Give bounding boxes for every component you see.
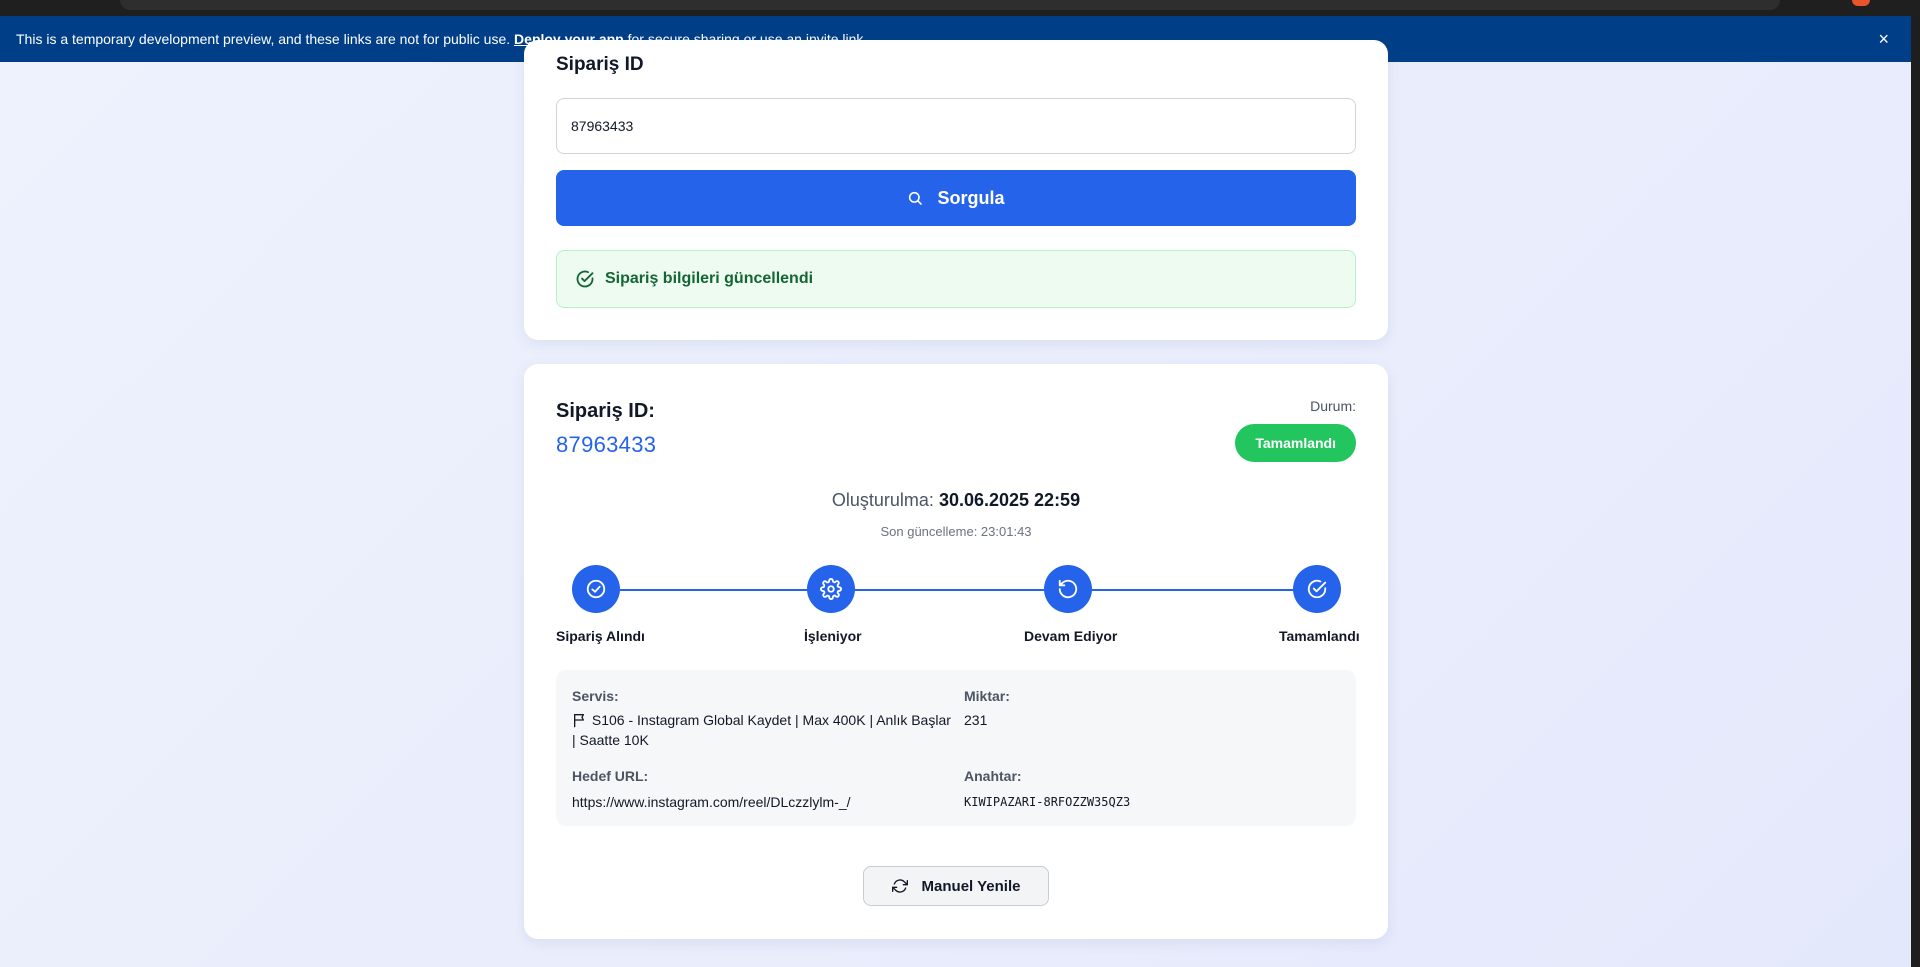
created-label: Oluşturulma: xyxy=(831,490,934,510)
created-value: 30.06.2025 22:59 xyxy=(938,490,1081,510)
gear-icon xyxy=(820,578,842,600)
quantity-label: Miktar: xyxy=(964,688,1010,704)
banner-text-before: This is a temporary development preview,… xyxy=(16,31,511,47)
search-icon xyxy=(909,191,923,205)
service-line-1: S106 - Instagram Global Kaydet | Max 400… xyxy=(591,712,951,728)
last-updated: Son güncelleme: 23:01:43 xyxy=(880,524,1032,539)
success-alert: Sipariş bilgileri güncellendi xyxy=(556,250,1356,308)
order-card: Sipariş ID: 87963433 Durum: Tamamlandı O… xyxy=(524,364,1388,939)
target-url-value: https://www.instagram.com/reel/DLczzlylm… xyxy=(572,794,851,810)
order-title: Sipariş ID: xyxy=(556,400,655,422)
scrollbar[interactable] xyxy=(1911,16,1920,967)
flag-icon xyxy=(574,714,584,728)
manual-refresh-button[interactable]: Manuel Yenile xyxy=(863,866,1049,906)
service-line-2: | Saatte 10K xyxy=(572,732,649,748)
step-label-ongoing: Devam Ediyor xyxy=(1024,628,1118,644)
alert-text: Sipariş bilgileri güncellendi xyxy=(605,270,814,287)
key-label: Anahtar: xyxy=(964,768,1022,784)
step-received-icon xyxy=(572,565,620,613)
check-circle-icon xyxy=(576,270,594,288)
order-id: 87963433 xyxy=(556,432,657,457)
order-id-input[interactable] xyxy=(556,98,1356,154)
check-circle-icon xyxy=(1307,579,1327,599)
refresh-icon xyxy=(891,879,908,893)
key-value: KIWIPAZARI-8RFOZZW35QZ3 xyxy=(964,795,1131,809)
check-circle-icon xyxy=(586,579,606,599)
address-bar[interactable] xyxy=(120,0,1780,10)
step-label-completed: Tamamlandı xyxy=(1279,628,1360,644)
step-label-received: Sipariş Alındı xyxy=(556,628,645,644)
query-button-label: Sorgula xyxy=(937,187,1005,208)
rotate-icon xyxy=(1058,579,1078,599)
browser-top-bar xyxy=(0,0,1920,16)
order-id-field-label: Sipariş ID xyxy=(556,54,644,75)
query-button[interactable]: Sorgula xyxy=(556,170,1356,226)
query-card: Sipariş ID Sorgula Sipariş bilgileri gün… xyxy=(524,40,1388,340)
target-url-label: Hedef URL: xyxy=(572,768,649,784)
step-completed-icon xyxy=(1293,565,1341,613)
service-label: Servis: xyxy=(572,688,619,704)
quantity-value: 231 xyxy=(964,712,988,728)
profile-badge[interactable] xyxy=(1852,0,1870,6)
step-label-processing: İşleniyor xyxy=(804,628,862,644)
created-date: Oluşturulma: 30.06.2025 22:59 xyxy=(524,490,1388,511)
manual-refresh-label: Manuel Yenile xyxy=(921,877,1021,895)
status-badge: Tamamlandı xyxy=(1235,424,1356,462)
step-processing-icon xyxy=(807,565,855,613)
close-icon[interactable]: × xyxy=(1878,29,1889,49)
progress-line xyxy=(596,589,1312,591)
order-details: Servis: S106 - Instagram Global Kaydet |… xyxy=(556,670,1356,826)
status-label: Durum: xyxy=(1310,398,1356,414)
step-ongoing-icon xyxy=(1044,565,1092,613)
service-value: S106 - Instagram Global Kaydet | Max 400… xyxy=(572,710,952,750)
